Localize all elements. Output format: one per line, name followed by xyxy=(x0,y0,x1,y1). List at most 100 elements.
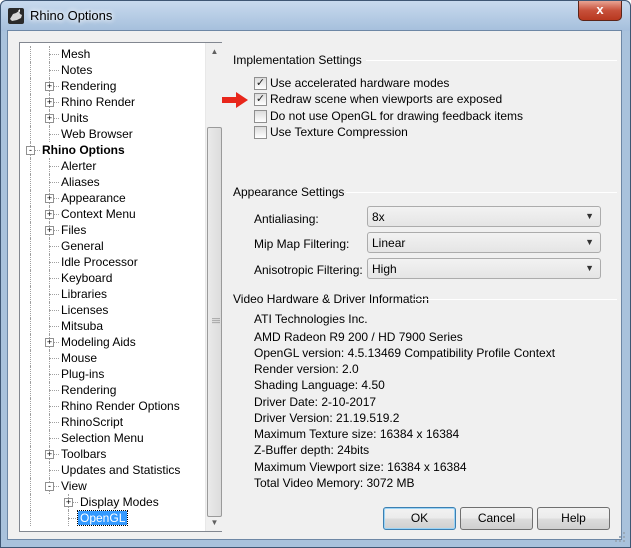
tree-item[interactable]: Libraries xyxy=(20,286,204,302)
tree-guide-line xyxy=(30,190,31,206)
tree-item[interactable]: + Context Menu xyxy=(20,206,204,222)
tree-item-label: View xyxy=(61,479,87,493)
tree-item[interactable]: Aliases xyxy=(20,174,204,190)
tree-connector-line xyxy=(49,54,59,55)
checkbox-label: Use Texture Compression xyxy=(270,125,408,139)
info-line: Total Video Memory: 3072 MB xyxy=(254,476,415,490)
tree-item[interactable]: - View xyxy=(20,478,204,494)
tree-item-label: Aliases xyxy=(61,175,100,189)
tree-item[interactable]: Keyboard xyxy=(20,270,204,286)
antialiasing-label: Antialiasing: xyxy=(254,212,319,226)
close-button[interactable]: x xyxy=(578,1,622,21)
tree-item[interactable]: Alerter xyxy=(20,158,204,174)
tree-item[interactable]: Idle Processor xyxy=(20,254,204,270)
tree-item-label: Idle Processor xyxy=(61,255,138,269)
tree-connector-line xyxy=(49,326,59,327)
tree-connector-line xyxy=(49,294,59,295)
title-bar[interactable]: Rhino Options x xyxy=(1,1,630,31)
tree-item[interactable]: + Appearance xyxy=(20,190,204,206)
tree-item[interactable]: + Toolbars xyxy=(20,446,204,462)
dropdown-value: High xyxy=(372,262,397,276)
checkbox-box[interactable] xyxy=(254,110,267,123)
tree-item[interactable]: Web Browser xyxy=(20,126,204,142)
tree-guide-line xyxy=(30,270,31,286)
tree-item-label: Licenses xyxy=(61,303,109,317)
tree-item[interactable]: + Display Modes xyxy=(20,494,204,510)
window-title: Rhino Options xyxy=(30,8,113,23)
info-line: ATI Technologies Inc. xyxy=(254,312,368,326)
ok-button[interactable]: OK xyxy=(383,507,456,530)
collapse-icon[interactable]: - xyxy=(26,146,35,155)
tree-connector-line xyxy=(49,166,59,167)
appearance-divider xyxy=(346,192,617,193)
tree-item-label: Modeling Aids xyxy=(61,335,136,349)
expand-icon[interactable]: + xyxy=(45,226,54,235)
cancel-button[interactable]: Cancel xyxy=(460,507,533,530)
tree-item[interactable]: RhinoScript xyxy=(20,414,204,430)
collapse-icon[interactable]: - xyxy=(45,482,54,491)
scroll-up-button[interactable]: ▲ xyxy=(206,43,223,60)
checkbox-box[interactable]: ✓ xyxy=(254,77,267,90)
tree-item[interactable]: Mitsuba xyxy=(20,318,204,334)
tree-item[interactable]: + Files xyxy=(20,222,204,238)
tree-item[interactable]: OpenGL xyxy=(20,510,204,526)
anisotropic-filtering-dropdown[interactable]: High ▼ xyxy=(367,258,601,279)
expand-icon[interactable]: + xyxy=(64,498,73,507)
tree-item-label: Display Modes xyxy=(80,495,159,509)
tree-item[interactable]: Updates and Statistics xyxy=(20,462,204,478)
info-line: Render version: 2.0 xyxy=(254,362,359,376)
tree-item[interactable]: + Rendering xyxy=(20,78,204,94)
tree-item-label: Context Menu xyxy=(61,207,136,221)
tree-item[interactable]: Selection Menu xyxy=(20,430,204,446)
tree-guide-line xyxy=(30,398,31,414)
mip-map-filtering-label: Mip Map Filtering: xyxy=(254,237,350,251)
dialog-client-area: Mesh Notes + Rendering + Rhino Render + Units We… xyxy=(7,30,622,540)
mip-map-filtering-dropdown[interactable]: Linear ▼ xyxy=(367,232,601,253)
tree-item-label: Units xyxy=(61,111,89,125)
tree-connector-line xyxy=(68,518,78,519)
checkbox-box[interactable]: ✓ xyxy=(254,93,267,106)
expand-icon[interactable]: + xyxy=(45,114,54,123)
expand-icon[interactable]: + xyxy=(45,82,54,91)
tree-item[interactable]: Mesh xyxy=(20,46,204,62)
tree-item-label: Updates and Statistics xyxy=(61,463,181,477)
expand-icon[interactable]: + xyxy=(45,194,54,203)
tree-item-label: Rendering xyxy=(61,79,117,93)
tree-guide-line xyxy=(30,366,31,382)
tree-guide-line xyxy=(30,334,31,350)
tree-item[interactable]: Notes xyxy=(20,62,204,78)
expand-icon[interactable]: + xyxy=(45,450,54,459)
expand-icon[interactable]: + xyxy=(45,98,54,107)
scroll-thumb[interactable]: — — — xyxy=(207,127,222,517)
tree-connector-line xyxy=(49,310,59,311)
implementation-settings-title: Implementation Settings xyxy=(233,53,362,67)
expand-icon[interactable]: + xyxy=(45,210,54,219)
tree-item[interactable]: Licenses xyxy=(20,302,204,318)
tree-item[interactable]: + Modeling Aids xyxy=(20,334,204,350)
tree-guide-line xyxy=(30,318,31,334)
tree-item[interactable]: + Rhino Render xyxy=(20,94,204,110)
tree-item[interactable]: General xyxy=(20,238,204,254)
resize-grip-icon[interactable] xyxy=(613,530,627,544)
tree-connector-line xyxy=(49,422,59,423)
chevron-down-icon: ▼ xyxy=(585,237,594,247)
expand-icon[interactable]: + xyxy=(45,338,54,347)
help-button[interactable]: Help xyxy=(537,507,610,530)
scroll-down-button[interactable]: ▼ xyxy=(206,514,223,531)
tree-item-label: Keyboard xyxy=(61,271,113,285)
info-line: AMD Radeon R9 200 / HD 7900 Series xyxy=(254,330,463,344)
tree-item[interactable]: Rendering xyxy=(20,382,204,398)
tree-guide-line xyxy=(30,302,31,318)
antialiasing-dropdown[interactable]: 8x ▼ xyxy=(367,206,601,227)
checkbox-box[interactable] xyxy=(254,126,267,139)
tree-item[interactable]: - Rhino Options xyxy=(20,142,204,158)
tree-guide-line xyxy=(30,110,31,126)
tree-item[interactable]: Rhino Render Options xyxy=(20,398,204,414)
tree-guide-line xyxy=(30,174,31,190)
tree-connector-line xyxy=(49,278,59,279)
tree-scrollbar[interactable]: ▲ — — — ▼ xyxy=(205,43,222,531)
tree-item[interactable]: + Units xyxy=(20,110,204,126)
tree-item[interactable]: Plug-ins xyxy=(20,366,204,382)
dropdown-value: 8x xyxy=(372,210,385,224)
tree-item[interactable]: Mouse xyxy=(20,350,204,366)
